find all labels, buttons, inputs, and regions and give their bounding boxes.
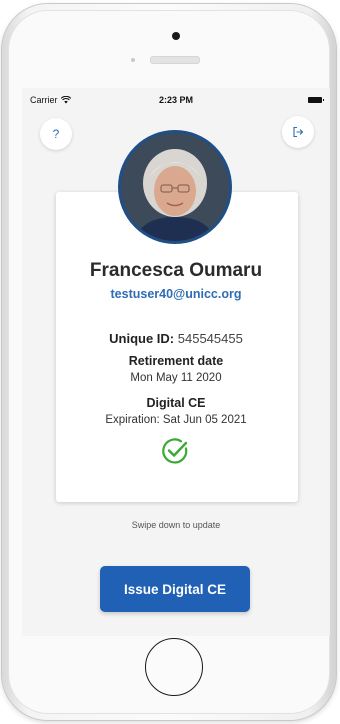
retirement-date-label: Retirement date	[128, 354, 224, 368]
unique-id-label: Unique ID:	[109, 331, 175, 346]
front-camera	[172, 32, 180, 40]
digital-ce-label: Digital CE	[146, 396, 206, 410]
unique-id-row: Unique ID: 545545455	[22, 331, 330, 346]
logout-icon	[293, 126, 304, 138]
user-email[interactable]: testuser40@unicc.org	[22, 287, 330, 301]
status-bar: Carrier 2:23 PM	[22, 88, 330, 108]
help-icon: ?	[52, 127, 60, 141]
user-name: Francesca Oumaru	[89, 260, 263, 281]
home-button[interactable]	[145, 638, 203, 696]
device-frame: Carrier 2:23 PM ? Francesca Oumaru testu…	[0, 0, 340, 724]
profile-avatar	[118, 130, 232, 244]
retirement-date-value: Mon May 11 2020	[130, 372, 222, 384]
status-time: 2:23 PM	[158, 95, 193, 105]
proximity-sensor	[131, 58, 135, 62]
unique-id-value: 545545455	[177, 331, 243, 346]
check-circle-icon	[162, 438, 188, 464]
swipe-hint: Swipe down to update	[131, 520, 221, 530]
battery-icon	[308, 97, 324, 103]
expiration-date: Expiration: Sat Jun 05 2021	[105, 414, 247, 426]
avatar-photo	[121, 133, 229, 241]
earpiece-speaker	[150, 56, 200, 64]
issue-digital-ce-button[interactable]: Issue Digital CE	[100, 566, 250, 612]
app-screen: Carrier 2:23 PM ? Francesca Oumaru testu…	[22, 88, 330, 636]
help-button[interactable]: ?	[40, 118, 72, 150]
logout-button[interactable]	[282, 116, 314, 148]
